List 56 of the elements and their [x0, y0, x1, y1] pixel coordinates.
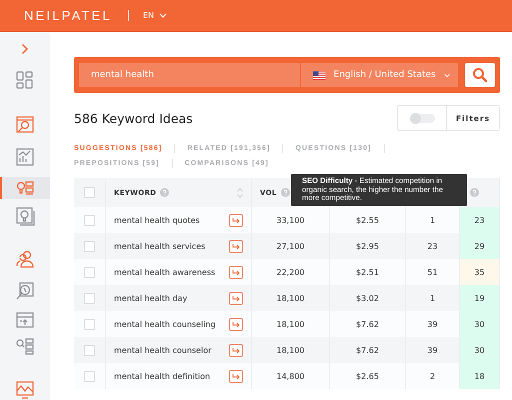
table-cell: 2 [406, 363, 460, 389]
checkbox[interactable] [84, 370, 95, 382]
table-cell: 27,100 [252, 233, 330, 259]
score-cell: 23 [460, 207, 500, 233]
score-cell: 19 [460, 285, 500, 311]
score-cell: 30 [460, 337, 500, 363]
results-title: 586 Keyword Ideas [74, 110, 193, 126]
redirect-icon[interactable] [229, 240, 243, 252]
table-cell: $2.51 [330, 259, 406, 285]
checkbox[interactable] [84, 214, 95, 226]
checkbox[interactable] [84, 318, 95, 330]
redirect-icon[interactable] [229, 370, 243, 382]
redirect-icon[interactable] [229, 214, 243, 226]
redirect-icon[interactable] [229, 266, 243, 278]
table-cell: 18,100 [252, 337, 330, 363]
caret-icon [444, 72, 450, 78]
sidebar-item[interactable] [0, 176, 50, 199]
toggle-switch[interactable] [410, 114, 434, 122]
table-cell: $2.65 [330, 363, 406, 389]
table-cell: 51 [406, 259, 460, 285]
table-cell: 23 [406, 233, 460, 259]
checkbox[interactable] [84, 266, 95, 278]
table-cell: $3.02 [330, 285, 406, 311]
flag-icon [313, 70, 326, 80]
help-icon[interactable] [160, 188, 170, 197]
checkbox[interactable] [84, 344, 95, 356]
score-cell: 35 [460, 259, 500, 285]
search-button[interactable] [465, 63, 495, 87]
table-cell: 18,100 [252, 285, 330, 311]
sort-icon[interactable] [237, 188, 243, 198]
table-cell: 33,100 [252, 207, 330, 233]
table-cell: 18,100 [252, 311, 330, 337]
table-cell: $7.62 [330, 311, 406, 337]
redirect-icon[interactable] [229, 344, 243, 356]
table-cell: $7.62 [330, 337, 406, 363]
table-cell: 39 [406, 311, 460, 337]
table-cell: 14,800 [252, 363, 330, 389]
table-cell: 39 [406, 337, 460, 363]
table-cell: 1 [406, 285, 460, 311]
table-cell: 22,200 [252, 259, 330, 285]
expand-icon[interactable] [21, 43, 29, 55]
table-cell: $2.55 [330, 207, 406, 233]
search-icon [472, 67, 488, 83]
checkbox[interactable] [84, 292, 95, 304]
help-icon[interactable] [470, 188, 479, 197]
redirect-icon[interactable] [229, 318, 243, 330]
table-cell: 1 [406, 207, 460, 233]
score-cell: 29 [460, 233, 500, 259]
redirect-icon[interactable] [229, 292, 243, 304]
score-cell: 30 [460, 311, 500, 337]
checkbox[interactable] [84, 240, 95, 252]
help-icon[interactable] [280, 188, 290, 197]
checkbox[interactable] [84, 187, 95, 198]
table-cell: $2.95 [330, 233, 406, 259]
caret-icon [159, 13, 168, 18]
score-cell: 18 [460, 363, 500, 389]
